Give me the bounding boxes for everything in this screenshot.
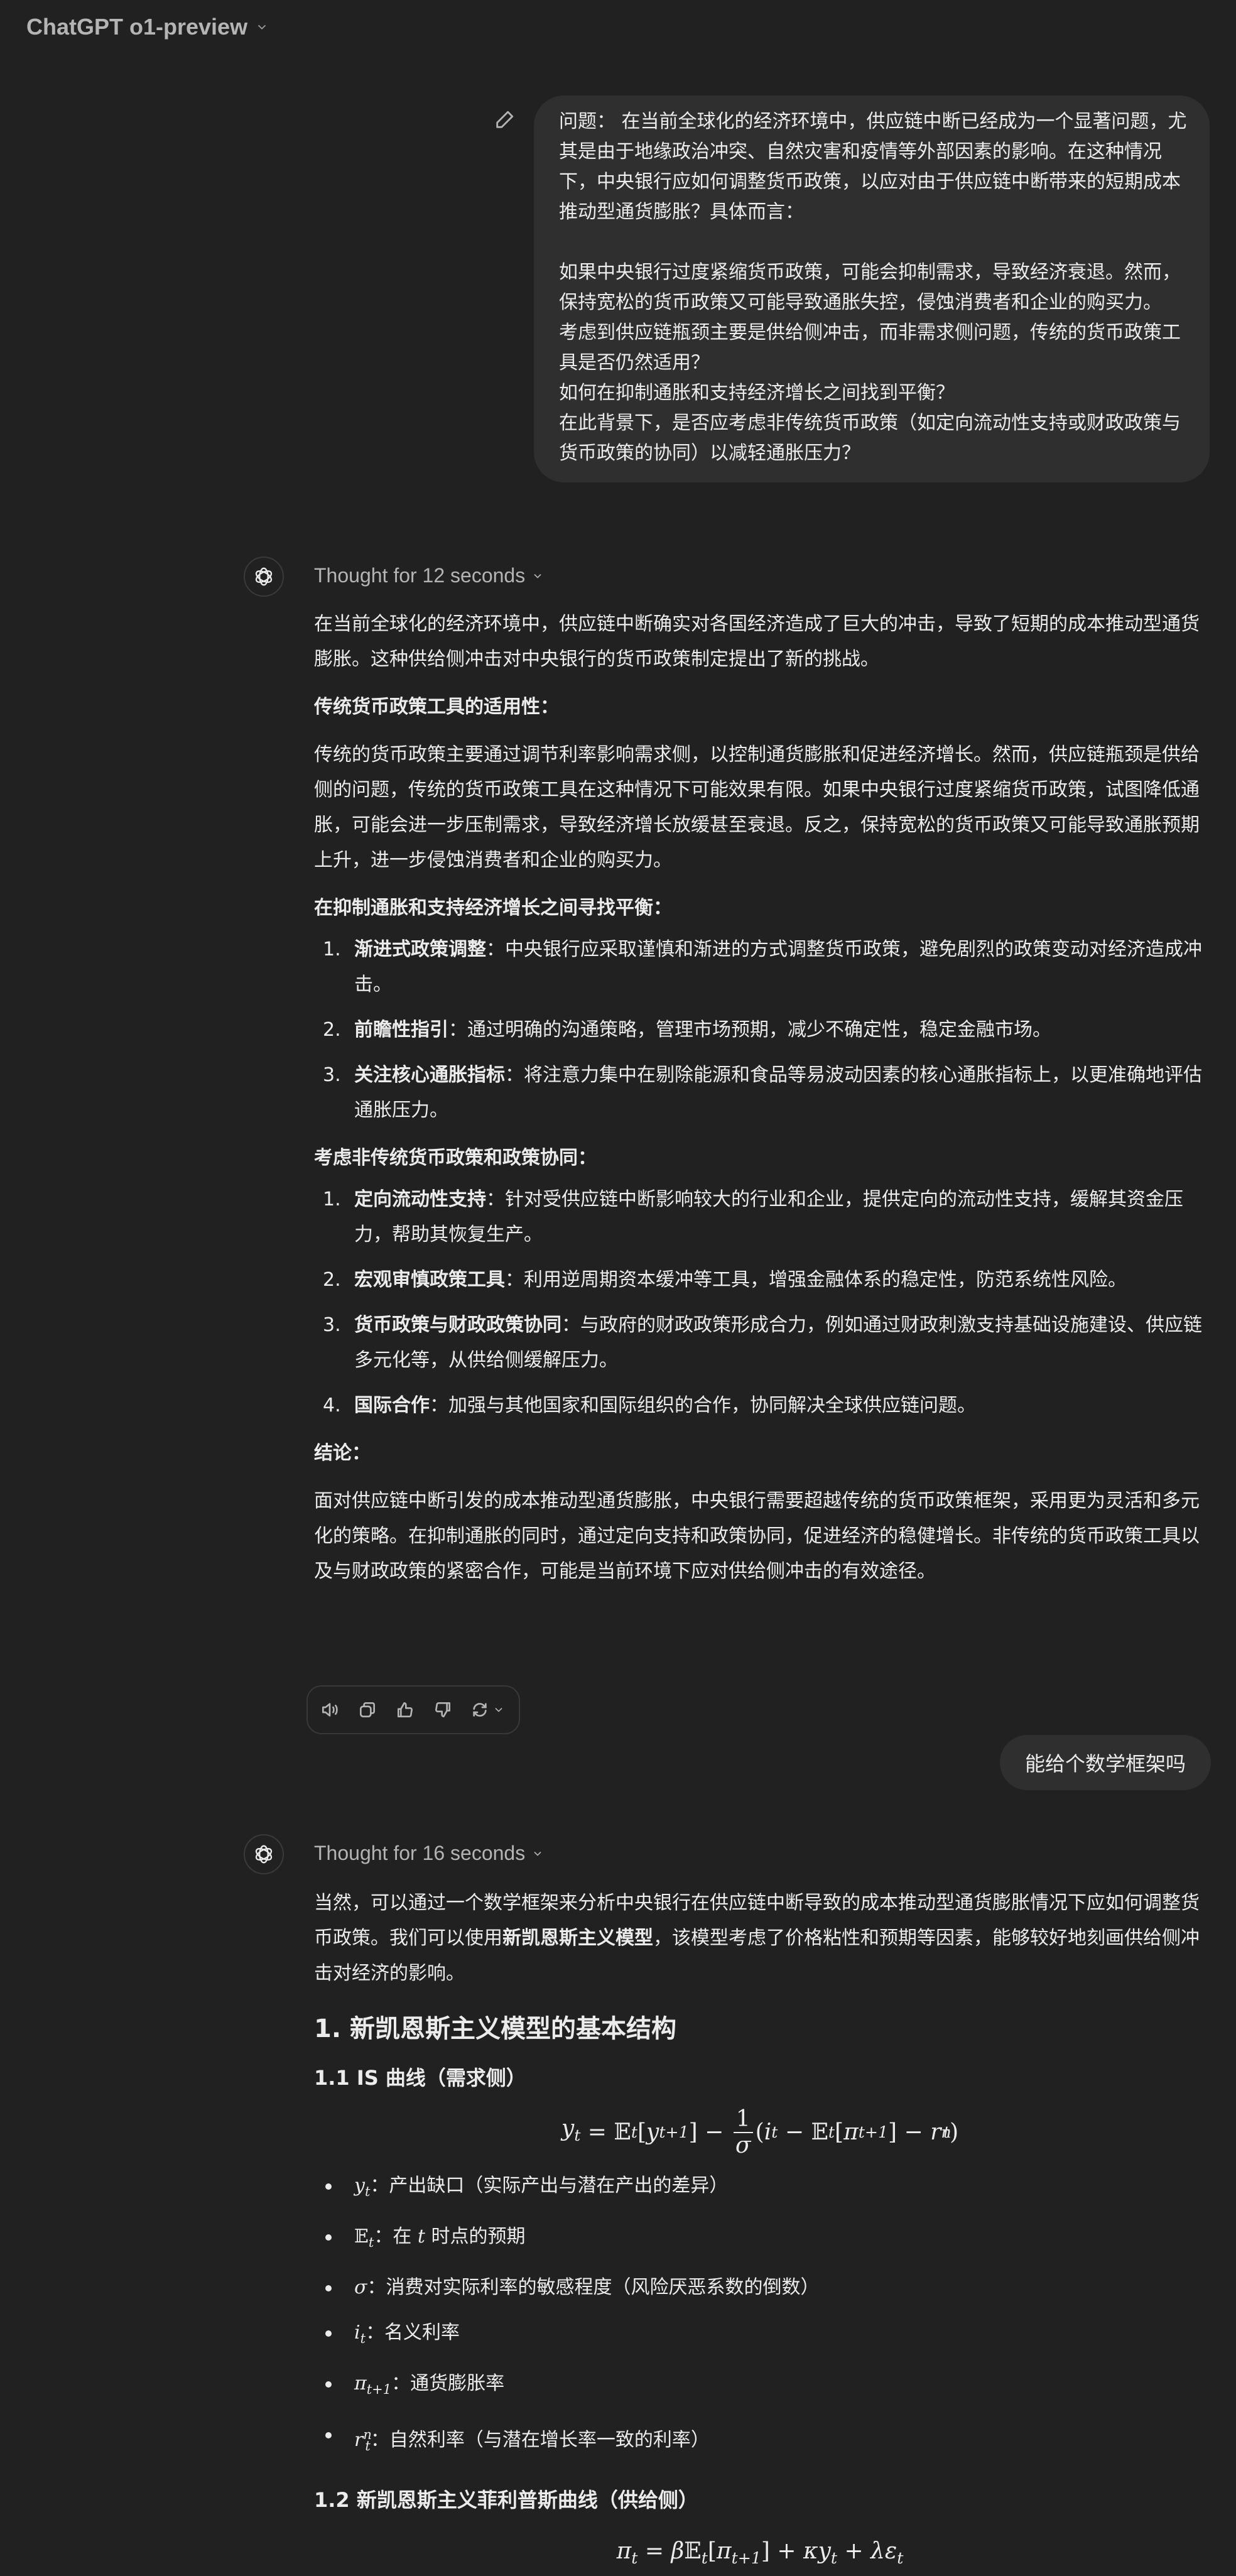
- subsection-heading: 1.1 IS 曲线（需求侧）: [314, 2066, 526, 2090]
- item-title: 渐进式政策调整: [354, 938, 486, 960]
- model-title: ChatGPT o1-preview: [26, 14, 248, 40]
- bullet: [325, 2234, 332, 2241]
- chevron-down-icon: [534, 573, 541, 579]
- user-message-paragraph: 问题： 在当前全球化的经济环境中，供应链中断已经成为一个显著问题，尤其是由于地缘…: [559, 111, 1187, 223]
- item-title: 宏观审慎政策工具: [354, 1269, 505, 1291]
- read-aloud-button[interactable]: [319, 1699, 340, 1720]
- thumbs-down-icon: [435, 1702, 450, 1717]
- good-response-button[interactable]: [394, 1699, 416, 1720]
- policy-list: 1. 定向流动性支持：针对受供应链中断影响较大的行业和企业，提供定向的流动性支持，…: [314, 1182, 1206, 1423]
- openai-logo-icon: [255, 1845, 273, 1864]
- copy-button[interactable]: [357, 1699, 378, 1720]
- pencil-icon[interactable]: [494, 109, 515, 131]
- list-number: 1.: [323, 1188, 341, 1210]
- variable-desc: ：名义利率: [366, 2322, 460, 2344]
- conclusion-body: 面对供应链中断引发的成本推动型通货膨胀，中央银行需要超越传统的货币政策框架，采用…: [314, 1490, 1200, 1582]
- item-title: 关注核心通胀指标: [354, 1064, 505, 1086]
- list-item: 2. 前瞻性指引：通过明确的沟通策略，管理市场预期，减少不确定性，稳定金融市场。: [314, 1013, 1206, 1048]
- variable-desc: 时点的预期: [425, 2225, 526, 2247]
- bullet: [325, 2381, 332, 2388]
- assistant-avatar: [244, 557, 284, 597]
- section-heading: 1. 新凯恩斯主义模型的基本结构: [314, 2014, 676, 2043]
- user-message-bubble: 能给个数学框架吗: [1000, 1735, 1212, 1790]
- intro-bold: 新凯恩斯主义模型: [502, 1927, 653, 1949]
- bullet: [325, 2285, 332, 2291]
- list-item: 3. 货币政策与财政政策协同：与政府的财政政策形成合力，例如通过财政刺激支持基础设…: [314, 1308, 1206, 1378]
- assistant-avatar: [244, 1834, 284, 1874]
- list-number: 3.: [323, 1314, 341, 1336]
- list-item: 𝔼t：在 t 时点的预期: [314, 2219, 1206, 2260]
- chevron-down-icon: [534, 1851, 541, 1856]
- thought-label: Thought for 16 seconds: [314, 1842, 526, 1864]
- response-intro: 在当前全球化的经济环境中，供应链中断确实对各国经济造成了巨大的冲击，导致了短期的…: [314, 613, 1200, 670]
- list-number: 1.: [323, 938, 341, 960]
- list-number: 4.: [323, 1394, 341, 1416]
- conclusion-heading: 结论：: [314, 1442, 371, 1464]
- regenerate-button[interactable]: [470, 1700, 505, 1720]
- item-text: ：加强与其他国家和国际组织的合作，协同解决全球供应链问题。: [430, 1394, 976, 1416]
- thought-toggle[interactable]: Thought for 16 seconds: [314, 1842, 544, 1865]
- variable-math: t: [417, 2225, 425, 2247]
- message-actions: [306, 1685, 520, 1734]
- item-title: 国际合作: [354, 1394, 430, 1416]
- model-selector[interactable]: ChatGPT o1-preview: [26, 14, 269, 40]
- list-number: 2.: [323, 1019, 341, 1041]
- user-message-paragraph: 如果中央银行过度紧缩货币政策，可能会抑制需求，导致经济衰退。然而，保持宽松的货币…: [559, 261, 1181, 313]
- section-heading: 考虑非传统货币政策和政策协同：: [314, 1147, 597, 1169]
- user-message-paragraph: 如何在抑制通胀和支持经济增长之间找到平衡？: [559, 382, 955, 404]
- balance-list: 1. 渐进式政策调整：中央银行应采取谨慎和渐进的方式调整货币政策，避免剧烈的政策变…: [314, 932, 1206, 1128]
- variable-desc: ：自然利率（与潜在增长率一致的利率）: [370, 2429, 710, 2451]
- user-message-paragraph: 在此背景下，是否应考虑非传统货币政策（如定向流动性支持或财政政策与货币政策的协同…: [559, 412, 1181, 464]
- variable-list: yt：产出缺口（实际产出与潜在产出的差异） 𝔼t：在 t 时点的预期 σ：消费对…: [314, 2168, 1206, 2464]
- list-item: 1. 渐进式政策调整：中央银行应采取谨慎和渐进的方式调整货币政策，避免剧烈的政策变…: [314, 932, 1206, 1003]
- section-body: 传统的货币政策主要通过调节利率影响需求侧，以控制通货膨胀和促进经济增长。然而，供…: [314, 744, 1200, 871]
- list-item: rnt：自然利率（与潜在增长率一致的利率）: [314, 2417, 1206, 2464]
- section-heading: 传统货币政策工具的适用性：: [314, 696, 559, 718]
- bullet: [325, 2432, 332, 2438]
- section-heading: 在抑制通胀和支持经济增长之间寻找平衡：: [314, 897, 672, 919]
- nkpc-equation: πt = β𝔼t[πt+1] + κyt + λεt: [616, 2538, 904, 2568]
- assistant-response: 在当前全球化的经济环境中，供应链中断确实对各国经济造成了巨大的冲击，导致了短期的…: [314, 607, 1206, 1589]
- thought-label: Thought for 12 seconds: [314, 564, 526, 587]
- chevron-down-icon: [495, 1707, 502, 1712]
- user-message-text: 能给个数学框架吗: [1025, 1752, 1186, 1776]
- openai-logo-icon: [255, 567, 273, 586]
- variable-desc: ：通货膨胀率: [391, 2372, 505, 2394]
- item-text: ：通过明确的沟通策略，管理市场预期，减少不确定性，稳定金融市场。: [448, 1019, 1051, 1041]
- variable-desc: ：产出缺口（实际产出与潜在产出的差异）: [370, 2175, 729, 2197]
- thumbs-up-icon: [398, 1702, 413, 1717]
- user-message-paragraph: 考虑到供应链瓶颈主要是供给侧冲击，而非需求侧问题，传统的货币政策工具是否仍然适用…: [559, 322, 1181, 374]
- variable-desc: ：消费对实际利率的敏感程度（风险厌恶系数的倒数）: [367, 2276, 820, 2298]
- item-title: 前瞻性指引: [354, 1019, 448, 1041]
- regenerate-icon: [473, 1703, 487, 1717]
- list-item: σ：消费对实际利率的敏感程度（风险厌恶系数的倒数）: [314, 2270, 1206, 2305]
- item-title: 定向流动性支持: [354, 1188, 486, 1210]
- item-text: ：利用逆周期资本缓冲等工具，增强金融体系的稳定性，防范系统性风险。: [505, 1269, 1127, 1291]
- list-item: yt：产出缺口（实际产出与潜在产出的差异）: [314, 2168, 1206, 2209]
- speaker-icon: [322, 1703, 338, 1717]
- list-number: 3.: [323, 1064, 341, 1086]
- list-item: 4. 国际合作：加强与其他国家和国际组织的合作，协同解决全球供应链问题。: [314, 1388, 1206, 1423]
- list-number: 2.: [323, 1269, 341, 1291]
- chevron-down-icon: [258, 24, 266, 30]
- copy-icon: [360, 1702, 375, 1717]
- user-message-bubble: 问题： 在当前全球化的经济环境中，供应链中断已经成为一个显著问题，尤其是由于地缘…: [534, 95, 1210, 482]
- response-intro: 当然，可以通过一个数学框架来分析中央银行在供应链中断导致的成本推动型通货膨胀情况…: [314, 1886, 1206, 1991]
- bad-response-button[interactable]: [432, 1699, 453, 1720]
- subsection-heading: 1.2 新凯恩斯主义菲利普斯曲线（供给侧）: [314, 2488, 698, 2512]
- bullet: [325, 2330, 332, 2337]
- list-item: 3. 关注核心通胀指标：将注意力集中在剔除能源和食品等易波动因素的核心通胀指标上，…: [314, 1058, 1206, 1128]
- list-item: πt+1：通货膨胀率: [314, 2366, 1206, 2407]
- item-title: 货币政策与财政政策协同: [354, 1314, 561, 1336]
- variable-desc: ：在: [374, 2225, 418, 2247]
- bullet: [325, 2183, 332, 2190]
- thought-toggle[interactable]: Thought for 12 seconds: [314, 564, 544, 587]
- assistant-response: 当然，可以通过一个数学框架来分析中央银行在供应链中断导致的成本推动型通货膨胀情况…: [314, 1886, 1206, 2576]
- is-curve-equation: yt = 𝔼t[y t+1] − 1 σ(i t − 𝔼t[π t+1] − r n t): [561, 2106, 959, 2158]
- list-item: it：名义利率: [314, 2315, 1206, 2356]
- list-item: 1. 定向流动性支持：针对受供应链中断影响较大的行业和企业，提供定向的流动性支持，…: [314, 1182, 1206, 1253]
- list-item: 2. 宏观审慎政策工具：利用逆周期资本缓冲等工具，增强金融体系的稳定性，防范系统性…: [314, 1263, 1206, 1298]
